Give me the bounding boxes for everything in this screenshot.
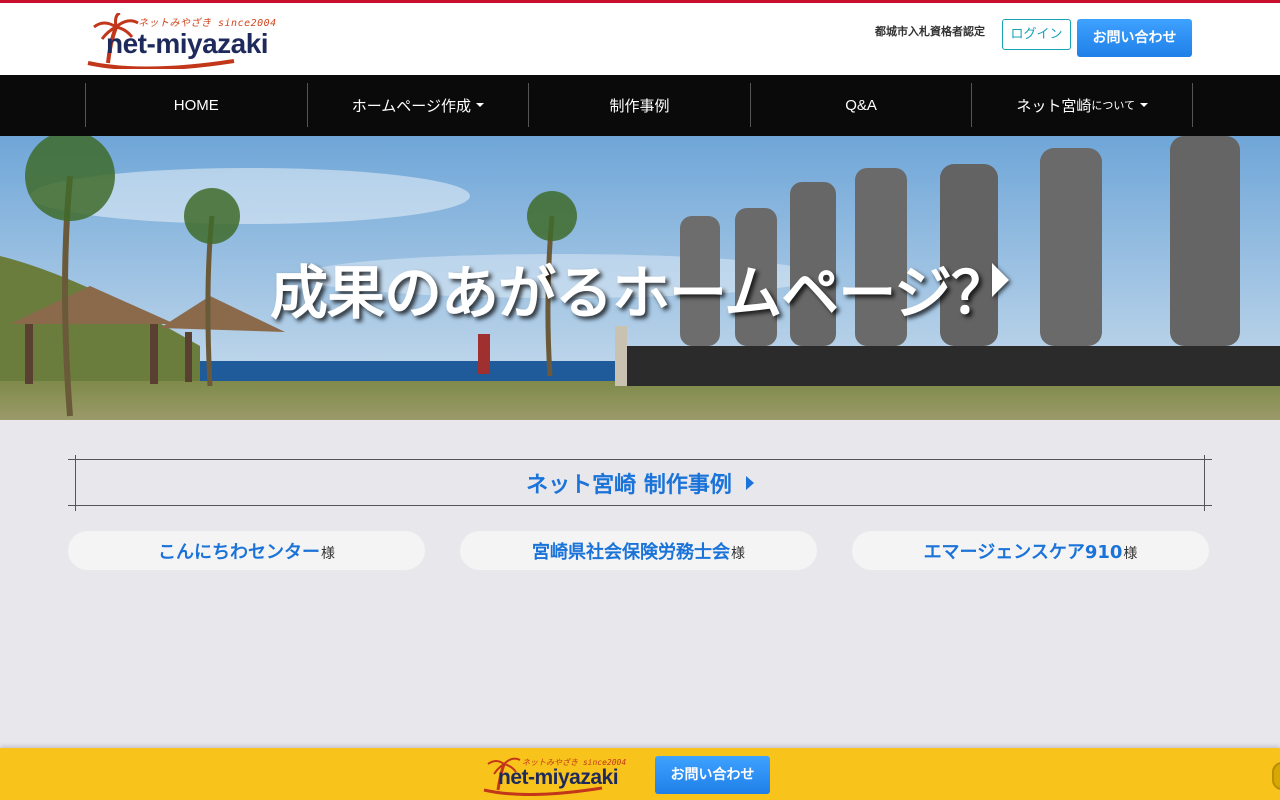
works-section-header[interactable]: ネット宮崎 制作事例 [68,455,1212,511]
site-logo[interactable]: ネットみやざき since2004 net-miyazaki [84,13,294,69]
bottom-contact-button[interactable]: お問い合わせ [655,756,770,794]
nav-item-home[interactable]: HOME [85,83,307,127]
logo-tagline: ネットみやざき since2004 [138,18,277,29]
work-item-name: 宮崎県社会保険労務士会 [532,541,730,563]
play-arrow-icon [992,263,1009,297]
nav-item-qa[interactable]: Q&A [749,83,972,127]
work-item-sharoushi-kai[interactable]: 宮崎県社会保険労務士会様 [460,531,817,570]
nav-item-label: ネット宮崎 [1016,97,1092,115]
nav-item-suffix: について [1091,100,1136,112]
login-button[interactable]: ログイン [1002,19,1071,50]
hero-title: 成果のあがるホームページ？ [270,259,1009,327]
bottom-logo[interactable]: ネットみやざき since2004 net-miyazaki [482,754,632,796]
work-item-honorific: 様 [321,545,335,562]
header: ネットみやざき since2004 net-miyazaki 都城市入札資格者認… [0,3,1280,75]
hero-banner[interactable]: 成果のあがるホームページ？ [0,136,1280,420]
works-section-title: ネット宮崎 制作事例 [526,473,732,498]
work-item-honorific: 様 [1123,545,1138,562]
scroll-top-button[interactable] [1272,762,1280,790]
nav-item-label: HOME [173,96,219,114]
main-nav: HOME ホームページ作成 制作事例 Q&A ネット宮崎 について [0,75,1280,136]
nav-item-label: Q&A [845,96,877,114]
caret-down-icon [1140,103,1149,107]
nav-item-homepage-creation[interactable]: ホームページ作成 [306,83,529,127]
caret-down-icon [476,103,485,107]
play-arrow-icon [745,476,754,490]
nav-item-about[interactable]: ネット宮崎 について [971,83,1193,127]
work-item-emergence-care[interactable]: エマージェンスケア910 様 [852,531,1209,570]
contact-button[interactable]: お問い合わせ [1077,19,1192,57]
certification-text: 都城市入札資格者認定 [875,25,985,38]
work-item-name: エマージェンスケア910 [923,541,1123,563]
work-item-honorific: 様 [731,545,745,562]
nav-item-label: ホームページ作成 [351,97,472,115]
nav-item-works[interactable]: 制作事例 [528,83,750,127]
logo-wordmark: net-miyazaki [106,28,269,59]
logo-wordmark: net-miyazaki [498,766,619,789]
sticky-bottom-bar: ネットみやざき since2004 net-miyazaki お問い合わせ [0,748,1280,800]
nav-item-label: 制作事例 [609,97,670,115]
work-item-name: こんにちわセンター [158,541,320,563]
work-item-konnichiwa-center[interactable]: こんにちわセンター様 [68,531,425,570]
